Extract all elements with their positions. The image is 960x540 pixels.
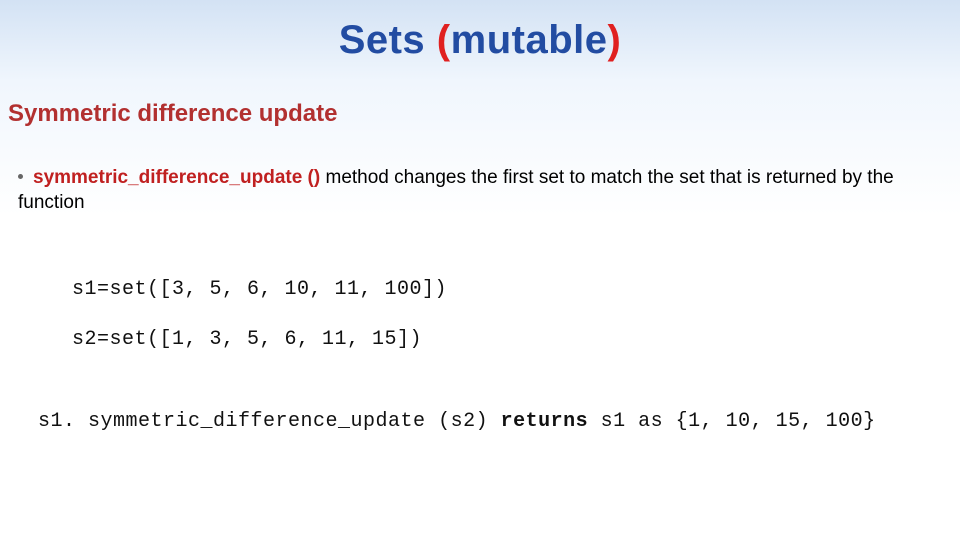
slide: Sets (mutable) Symmetric difference upda… <box>0 0 960 540</box>
title-text-sets: Sets <box>339 18 437 62</box>
method-name: symmetric_difference_update () <box>33 167 320 188</box>
title-paren-open: ( <box>437 18 451 62</box>
title-paren-close: ) <box>607 18 621 62</box>
title-text-mutable: mutable <box>451 18 608 62</box>
result-call: s1. symmetric_difference_update (s2) <box>38 410 501 433</box>
result-returns-keyword: returns <box>501 410 589 433</box>
result-tail: s1 as {1, 10, 15, 100} <box>588 410 876 433</box>
code-block: s1=set([3, 5, 6, 10, 11, 100]) s2=set([1… <box>72 265 447 365</box>
code-line-1: s1=set([3, 5, 6, 10, 11, 100]) <box>72 265 447 315</box>
result-line: s1. symmetric_difference_update (s2) ret… <box>38 410 876 433</box>
subtitle: Symmetric difference update <box>8 100 337 128</box>
page-title: Sets (mutable) <box>0 18 960 63</box>
bullet-item: symmetric_difference_update () method ch… <box>18 166 936 215</box>
bullet-dot-icon <box>18 174 23 179</box>
code-line-2: s2=set([1, 3, 5, 6, 11, 15]) <box>72 315 447 365</box>
